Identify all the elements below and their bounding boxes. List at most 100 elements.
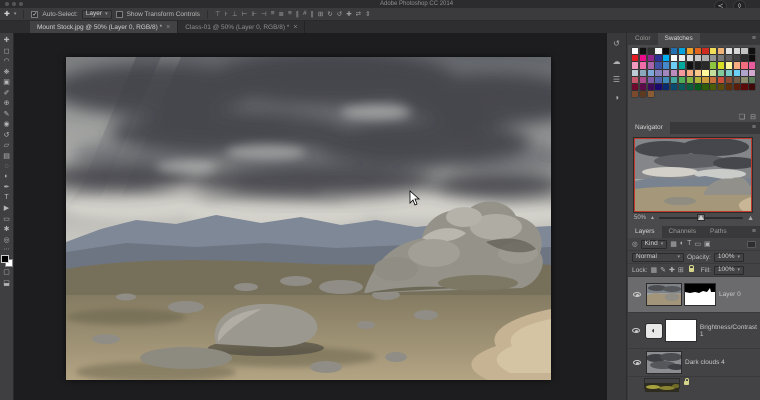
- layer-name[interactable]: Layer 0: [719, 291, 741, 298]
- color-swatch[interactable]: [733, 76, 740, 83]
- color-swatch[interactable]: [632, 55, 639, 62]
- color-swatch[interactable]: [655, 83, 662, 91]
- color-swatch[interactable]: [678, 55, 686, 62]
- 3d-drag-icon[interactable]: ✚: [346, 10, 351, 18]
- color-swatch[interactable]: [671, 76, 678, 83]
- color-swatch[interactable]: [694, 76, 701, 83]
- color-swatch[interactable]: [678, 83, 686, 91]
- color-swatch[interactable]: [694, 69, 701, 76]
- auto-align-icon[interactable]: ⊞: [318, 10, 323, 18]
- layer-row-brightness-contrast[interactable]: ◐ Brightness/Contrast 1: [628, 313, 760, 349]
- tab-mount-stock[interactable]: Mount Stock.jpg @ 50% (Layer 0, RGB/8) *…: [30, 21, 179, 33]
- color-swatch[interactable]: [671, 55, 678, 62]
- close-icon[interactable]: ×: [293, 24, 297, 31]
- color-swatch[interactable]: [710, 83, 717, 91]
- color-swatch[interactable]: [678, 76, 686, 83]
- color-swatch[interactable]: [702, 76, 709, 83]
- tool-preset-caret-icon[interactable]: ▾: [14, 11, 17, 17]
- filter-type-icon[interactable]: T: [687, 240, 691, 248]
- color-swatch[interactable]: [733, 83, 740, 91]
- 3d-slide-icon[interactable]: ⇄: [356, 10, 361, 18]
- color-swatch[interactable]: [725, 48, 732, 55]
- visibility-eye-icon[interactable]: [633, 292, 641, 297]
- layer-row-layer-0[interactable]: Layer 0: [628, 277, 760, 313]
- color-swatch[interactable]: [702, 48, 709, 55]
- zoom-tool[interactable]: ◎: [1, 235, 13, 246]
- navigator-zoom-slider[interactable]: [658, 215, 744, 220]
- hand-tool[interactable]: ✱: [1, 224, 13, 235]
- color-swatch[interactable]: [671, 69, 678, 76]
- color-swatch[interactable]: [678, 48, 686, 55]
- eyedropper-tool[interactable]: ✐: [1, 88, 13, 99]
- color-swatch[interactable]: [686, 55, 693, 62]
- quick-selection-tool[interactable]: ❋: [1, 67, 13, 78]
- color-swatch[interactable]: [741, 62, 748, 69]
- color-swatch[interactable]: [725, 55, 732, 62]
- filter-pixel-icon[interactable]: ▦: [670, 240, 677, 248]
- color-swatch[interactable]: [663, 69, 670, 76]
- color-swatch[interactable]: [639, 48, 646, 55]
- color-swatch[interactable]: [678, 62, 686, 69]
- lock-position-icon[interactable]: ✚: [669, 266, 675, 274]
- color-swatch[interactable]: [733, 62, 740, 69]
- slider-thumb[interactable]: [697, 215, 704, 220]
- canvas-pasteboard[interactable]: [14, 33, 607, 400]
- layer-name[interactable]: Dark clouds 4: [685, 359, 725, 366]
- color-swatch[interactable]: [741, 76, 748, 83]
- color-swatch[interactable]: [632, 76, 639, 83]
- visibility-eye-icon[interactable]: [633, 360, 641, 365]
- color-swatch[interactable]: [671, 48, 678, 55]
- color-swatch[interactable]: [694, 62, 701, 69]
- color-swatch[interactable]: [678, 69, 686, 76]
- color-swatch[interactable]: [663, 76, 670, 83]
- filter-shape-icon[interactable]: ▭: [694, 240, 701, 248]
- color-swatch[interactable]: [733, 55, 740, 62]
- fill-dropdown[interactable]: 100% ▾: [713, 265, 745, 275]
- color-swatch[interactable]: [663, 83, 670, 91]
- lasso-tool[interactable]: ◠: [1, 56, 13, 67]
- tab-swatches[interactable]: Swatches: [657, 33, 700, 45]
- color-swatch[interactable]: [702, 62, 709, 69]
- align-top-icon[interactable]: ⊤: [215, 10, 221, 18]
- lock-artboard-icon[interactable]: ⊞: [678, 266, 684, 274]
- color-swatch[interactable]: [710, 76, 717, 83]
- color-swatch[interactable]: [741, 55, 748, 62]
- lock-pixels-icon[interactable]: ✎: [660, 266, 666, 274]
- move-tool-icon[interactable]: ✚: [4, 10, 10, 18]
- color-swatch[interactable]: [733, 69, 740, 76]
- history-panel-icon[interactable]: ↺: [613, 39, 620, 48]
- color-swatch[interactable]: [663, 62, 670, 69]
- layer-thumbnail[interactable]: [647, 284, 681, 305]
- distribute-right-icon[interactable]: ∥: [311, 10, 314, 18]
- color-swatch[interactable]: [717, 62, 725, 69]
- visibility-eye-icon[interactable]: [632, 328, 641, 333]
- color-swatch[interactable]: [639, 69, 646, 76]
- layer-row-dark-clouds[interactable]: Dark clouds 4: [628, 349, 760, 377]
- show-transform-checkbox[interactable]: [115, 10, 123, 18]
- color-swatch[interactable]: [647, 83, 654, 91]
- color-swatch[interactable]: [725, 76, 732, 83]
- color-swatch[interactable]: [686, 83, 693, 91]
- document-canvas[interactable]: [66, 57, 551, 380]
- close-icon[interactable]: ×: [166, 24, 170, 31]
- color-swatch[interactable]: [632, 69, 639, 76]
- color-swatch[interactable]: [717, 83, 725, 91]
- color-swatch[interactable]: [686, 76, 693, 83]
- history-brush-tool[interactable]: ↺: [1, 130, 13, 141]
- trash-icon[interactable]: ⊟: [750, 113, 756, 121]
- tab-class-01[interactable]: Class-01 @ 50% (Layer 0, RGB/8) * ×: [178, 21, 306, 33]
- color-swatch[interactable]: [647, 76, 654, 83]
- auto-select-checkbox[interactable]: ✓: [31, 10, 39, 18]
- window-traffic-lights[interactable]: [5, 2, 23, 6]
- color-swatch[interactable]: [710, 48, 717, 55]
- color-swatch[interactable]: [686, 48, 693, 55]
- color-swatch[interactable]: [663, 55, 670, 62]
- color-swatch[interactable]: [647, 48, 654, 55]
- color-swatch[interactable]: [639, 91, 646, 98]
- filter-adjustment-icon[interactable]: ◐: [680, 240, 684, 248]
- color-swatch[interactable]: [655, 48, 662, 55]
- tab-paths[interactable]: Paths: [702, 226, 734, 238]
- color-swatch[interactable]: [671, 83, 678, 91]
- color-swatch[interactable]: [686, 69, 693, 76]
- marquee-tool[interactable]: ◻: [1, 46, 13, 57]
